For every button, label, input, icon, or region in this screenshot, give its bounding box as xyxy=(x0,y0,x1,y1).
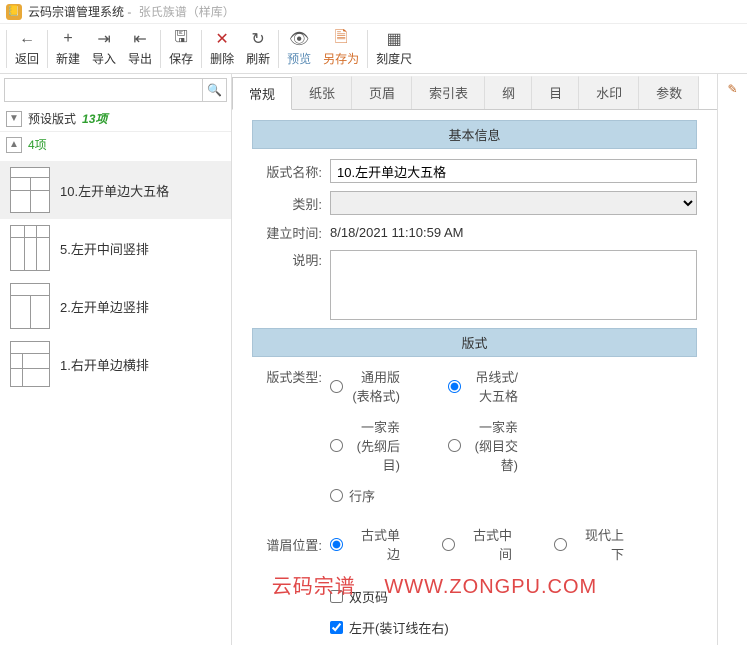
section-basic-info: 基本信息 xyxy=(252,120,697,149)
label-type: 版式类型: xyxy=(252,367,322,386)
app-icon: 📒 xyxy=(6,4,22,20)
form-pane: 基本信息 版式名称: 类别: 建立时间: 8/18/2021 11:10:59 … xyxy=(232,110,717,645)
sidebar-section-header: ▼ 预设版式 13项 xyxy=(0,106,231,132)
expander-up-icon[interactable]: ▲ xyxy=(6,137,22,153)
content-area: 常规 纸张 页眉 索引表 纲 目 水印 参数 基本信息 版式名称: 类别: 建立… xyxy=(232,74,717,645)
tab-index[interactable]: 索引表 xyxy=(412,76,485,109)
label-desc: 说明: xyxy=(252,250,322,269)
delete-button[interactable]: ✕ 删除 xyxy=(204,28,240,69)
radio-type-family1[interactable]: 一家亲(先纲后目) xyxy=(330,417,400,474)
label-created: 建立时间: xyxy=(252,223,322,242)
save-as-button[interactable]: 🗎 另存为 xyxy=(317,28,365,69)
textarea-desc[interactable] xyxy=(330,250,697,320)
layout-thumbnail xyxy=(10,341,50,387)
back-arrow-icon: ← xyxy=(19,30,35,48)
file-icon: 🗎 xyxy=(335,30,348,48)
radio-type-general[interactable]: 通用版(表格式) xyxy=(330,367,400,405)
label-pos: 谱眉位置: xyxy=(252,535,322,554)
sidebar-item[interactable]: 5.左开中间竖排 xyxy=(0,219,231,277)
radio-type-row[interactable]: 行序 xyxy=(330,486,400,505)
tab-bar: 常规 纸张 页眉 索引表 纲 目 水印 参数 xyxy=(232,76,717,110)
layout-thumbnail xyxy=(10,167,50,213)
right-strip[interactable]: ✎ xyxy=(717,74,747,645)
label-category: 类别: xyxy=(252,194,322,213)
expander-down-icon[interactable]: ▼ xyxy=(6,111,22,127)
app-title: 云码宗谱管理系统 xyxy=(28,3,124,20)
radio-pos-classic-mid[interactable]: 古式中间 xyxy=(442,525,512,563)
save-icon: 🖫 xyxy=(174,30,188,48)
ruler-button[interactable]: ▦ 刻度尺 xyxy=(370,28,418,69)
value-created: 8/18/2021 11:10:59 AM xyxy=(330,225,463,240)
window-titlebar: 📒 云码宗谱管理系统 - 张氏族谱（样库） xyxy=(0,0,747,24)
refresh-icon: ↻ xyxy=(251,30,264,48)
section-format: 版式 xyxy=(252,328,697,357)
search-button[interactable]: 🔍 xyxy=(202,79,226,101)
import-button[interactable]: ⇥ 导入 xyxy=(86,28,122,69)
search-icon: 🔍 xyxy=(207,83,222,97)
x-icon: ✕ xyxy=(215,30,228,48)
tab-watermark[interactable]: 水印 xyxy=(579,76,639,109)
new-button[interactable]: + 新建 xyxy=(50,28,86,69)
tab-general[interactable]: 常规 xyxy=(232,77,292,110)
radio-type-family2[interactable]: 一家亲(纲目交替) xyxy=(448,417,518,474)
tab-params[interactable]: 参数 xyxy=(639,76,699,109)
tab-paper[interactable]: 纸张 xyxy=(292,76,352,109)
radio-pos-classic-side[interactable]: 古式单边 xyxy=(330,525,400,563)
sidebar-list: 10.左开单边大五格 5.左开中间竖排 2.左开单边竖排 1.右开单边横排 xyxy=(0,161,231,645)
ruler-icon: ▦ xyxy=(387,30,402,48)
preview-button[interactable]: 👁 预览 xyxy=(281,28,317,69)
refresh-button[interactable]: ↻ 刷新 xyxy=(240,28,276,69)
search-box: 🔍 xyxy=(4,78,227,102)
sidebar-sub-header: ▲ 4项 xyxy=(0,132,231,161)
input-name[interactable] xyxy=(330,159,697,183)
radio-pos-modern[interactable]: 现代上下 xyxy=(554,525,624,563)
doc-title: 张氏族谱（样库） xyxy=(139,3,235,20)
sidebar-item[interactable]: 1.右开单边横排 xyxy=(0,335,231,393)
tab-gang[interactable]: 纲 xyxy=(485,76,532,109)
pencil-icon: ✎ xyxy=(727,82,737,96)
layout-thumbnail xyxy=(10,283,50,329)
label-name: 版式名称: xyxy=(252,162,322,181)
plus-icon: + xyxy=(63,30,72,48)
export-button[interactable]: ⇤ 导出 xyxy=(122,28,158,69)
search-input[interactable] xyxy=(5,79,202,101)
save-button[interactable]: 🖫 保存 xyxy=(163,28,199,69)
back-button[interactable]: ← 返回 xyxy=(9,28,45,69)
sidebar-item[interactable]: 10.左开单边大五格 xyxy=(0,161,231,219)
export-icon: ⇤ xyxy=(133,30,146,48)
check-dual-page[interactable]: 双页码 xyxy=(330,587,697,606)
layout-thumbnail xyxy=(10,225,50,271)
eye-icon: 👁 xyxy=(289,30,309,48)
tab-header[interactable]: 页眉 xyxy=(352,76,412,109)
import-icon: ⇥ xyxy=(97,30,110,48)
check-left-open[interactable]: 左开(装订线在右) xyxy=(330,618,697,637)
sidebar: 🔍 ▼ 预设版式 13项 ▲ 4项 10.左开单边大五格 xyxy=(0,74,232,645)
tab-mu[interactable]: 目 xyxy=(532,76,579,109)
radio-type-hanging[interactable]: 吊线式/大五格 xyxy=(448,367,518,405)
select-category[interactable] xyxy=(330,191,697,215)
toolbar: ← 返回 + 新建 ⇥ 导入 ⇤ 导出 🖫 保存 ✕ 删除 ↻ 刷新 👁 预览 … xyxy=(0,24,747,74)
sidebar-item[interactable]: 2.左开单边竖排 xyxy=(0,277,231,335)
